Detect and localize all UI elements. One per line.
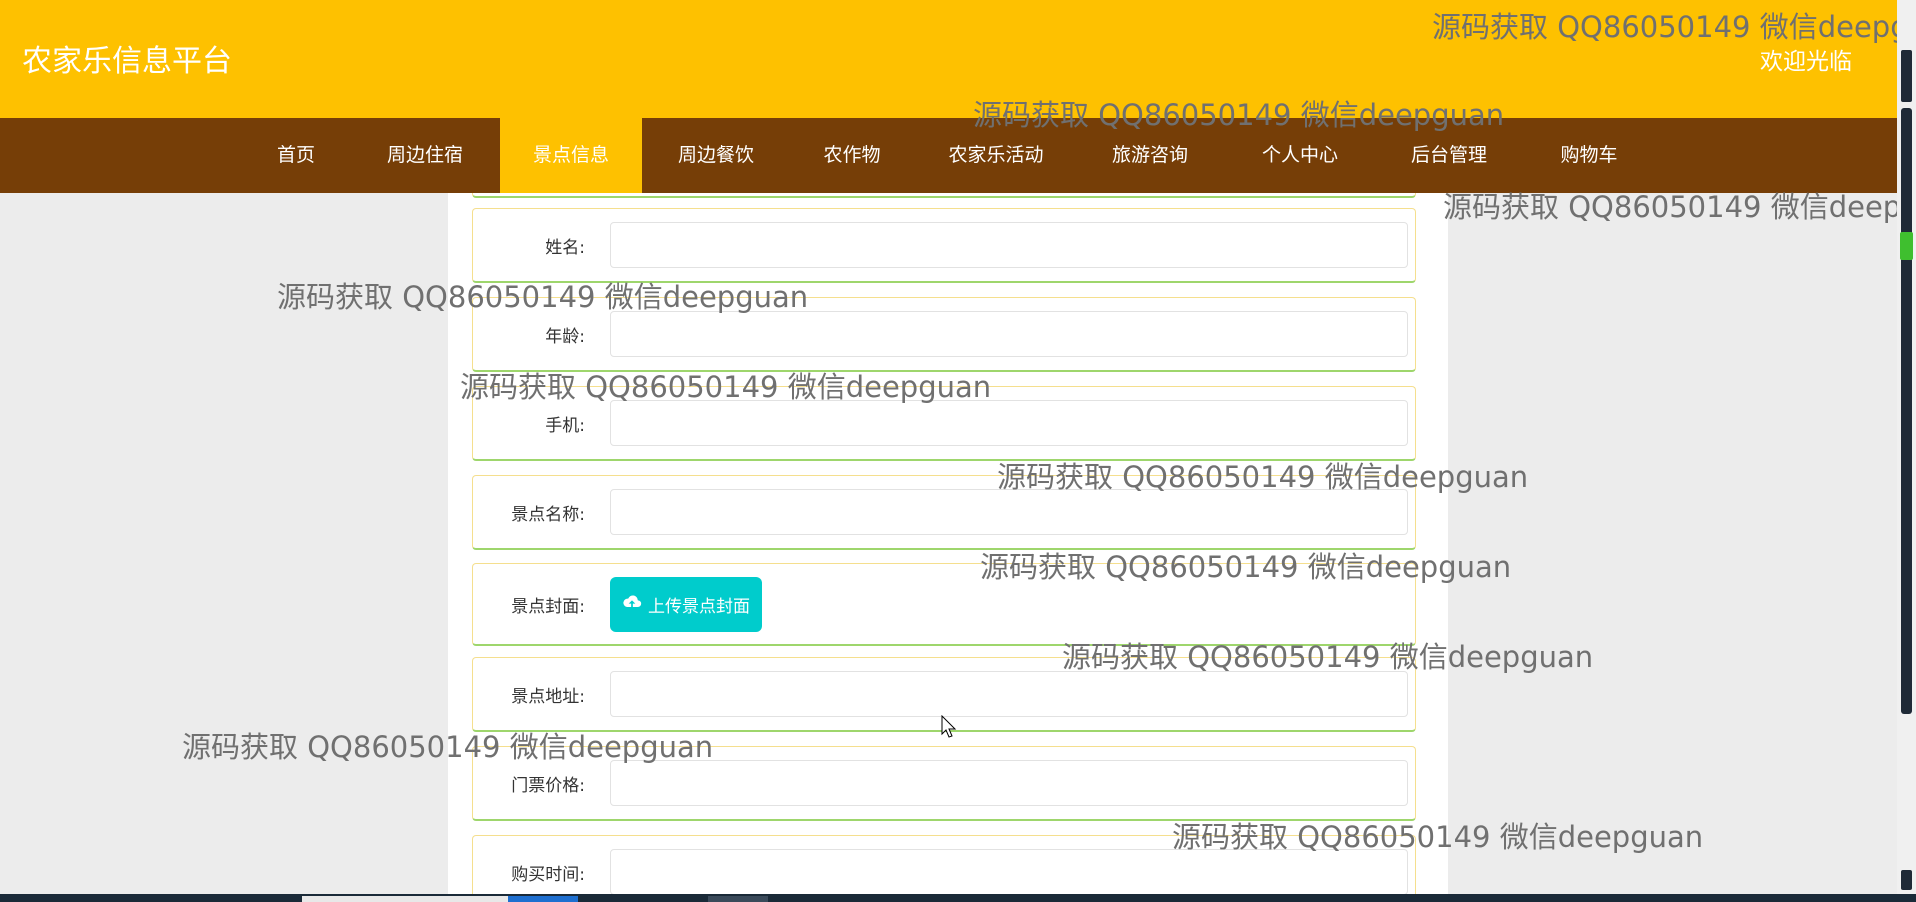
phone-label: 手机:	[545, 415, 585, 436]
attraction-cover-label: 景点封面:	[511, 596, 585, 617]
nav-item-home[interactable]: 首页	[266, 118, 326, 193]
scroll-up-arrow[interactable]	[1901, 50, 1912, 102]
attraction-name-input[interactable]	[610, 489, 1408, 535]
form-row-name: 姓名:	[472, 208, 1416, 283]
attraction-address-label: 景点地址:	[511, 686, 585, 707]
form-row-purchase-time: 购买时间:	[472, 835, 1416, 902]
form-row-attraction-name: 景点名称:	[472, 475, 1416, 550]
upload-cover-label: 上传景点封面	[648, 597, 750, 617]
age-label: 年龄:	[545, 326, 585, 347]
nav-item-dining[interactable]: 周边餐饮	[662, 118, 770, 193]
main-nav: 首页 周边住宿 景点信息 周边餐饮 农作物 农家乐活动 旅游咨询 个人中心 后台…	[0, 118, 1897, 193]
nav-item-lodging[interactable]: 周边住宿	[370, 118, 480, 193]
form-row-ticket-price: 门票价格:	[472, 746, 1416, 821]
phone-input[interactable]	[610, 400, 1408, 446]
form-row-age: 年龄:	[472, 297, 1416, 372]
nav-item-personal-center[interactable]: 个人中心	[1250, 118, 1350, 193]
mouse-pointer-icon	[941, 715, 957, 738]
form-row-attraction-cover: 景点封面: 上传景点封面	[472, 563, 1416, 646]
taskbar-item[interactable]	[302, 896, 508, 902]
age-input[interactable]	[610, 311, 1408, 357]
purchase-time-input[interactable]	[610, 849, 1408, 895]
taskbar	[0, 894, 1916, 902]
form-row-partial	[472, 193, 1416, 198]
site-title: 农家乐信息平台	[22, 44, 232, 79]
nav-item-attractions[interactable]: 景点信息	[500, 118, 642, 193]
nav-item-consulting[interactable]: 旅游咨询	[1100, 118, 1200, 193]
taskbar-item-active[interactable]	[508, 896, 578, 902]
scroll-down-arrow[interactable]	[1901, 870, 1912, 890]
nav-item-admin[interactable]: 后台管理	[1398, 118, 1500, 193]
nav-item-crops[interactable]: 农作物	[810, 118, 894, 193]
scroll-position-marker	[1900, 232, 1913, 260]
form-panel: 姓名: 年龄: 手机: 景点名称: 景点封面: 上传景点封面 景点地址: 门票价…	[448, 193, 1448, 902]
name-label: 姓名:	[545, 237, 585, 258]
nav-item-cart[interactable]: 购物车	[1550, 118, 1628, 193]
upload-cover-button[interactable]: 上传景点封面	[610, 577, 762, 632]
ticket-price-input[interactable]	[610, 760, 1408, 806]
site-header: 农家乐信息平台 欢迎光临	[0, 0, 1897, 118]
cloud-upload-icon	[622, 592, 642, 617]
purchase-time-label: 购买时间:	[511, 864, 585, 885]
welcome-text: 欢迎光临	[1760, 49, 1852, 75]
scrollbar-thumb[interactable]	[1901, 108, 1912, 714]
taskbar-item[interactable]	[708, 896, 768, 902]
name-input[interactable]	[610, 222, 1408, 268]
vertical-scrollbar[interactable]	[1897, 0, 1916, 894]
form-row-phone: 手机:	[472, 386, 1416, 461]
attraction-address-input[interactable]	[610, 671, 1408, 717]
attraction-name-label: 景点名称:	[511, 504, 585, 525]
ticket-price-label: 门票价格:	[511, 775, 585, 796]
nav-item-activities[interactable]: 农家乐活动	[938, 118, 1054, 193]
